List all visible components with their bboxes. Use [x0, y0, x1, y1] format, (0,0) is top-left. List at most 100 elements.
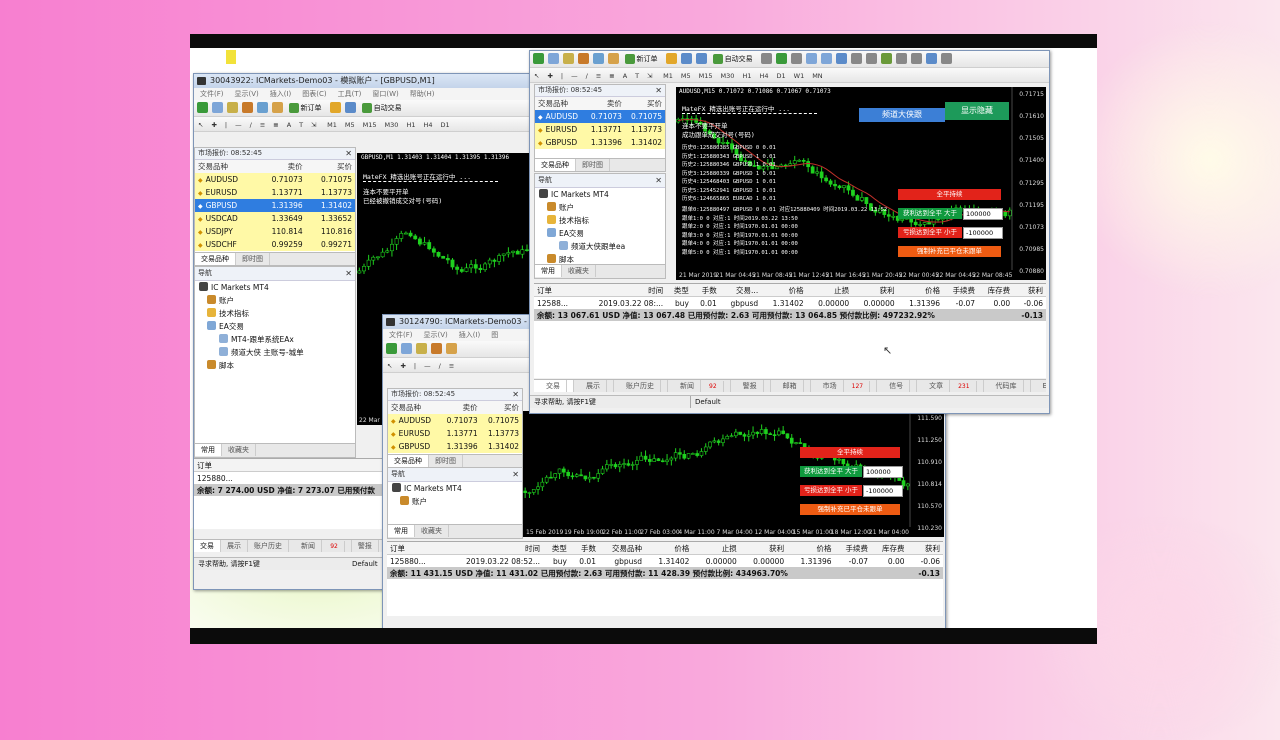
new-order-button[interactable]: 新订单 [623, 52, 661, 66]
close-icon[interactable]: ✕ [345, 267, 352, 280]
chart-audusd-m15[interactable]: AUDUSD,M15 0.71072 0.71086 0.71067 0.710… [676, 87, 1046, 280]
market-watch-icon[interactable] [563, 53, 574, 64]
tab-trade[interactable]: 交易 [534, 380, 574, 392]
navigator-icon[interactable] [578, 53, 589, 64]
metaeditor-icon[interactable] [666, 53, 678, 64]
nav-root[interactable]: IC Markets MT4 [535, 188, 665, 201]
tester-icon[interactable] [272, 102, 283, 113]
label-icon[interactable]: T [299, 118, 303, 131]
tab-common[interactable]: 常用 [535, 265, 562, 277]
tf-mn[interactable]: MN [812, 69, 822, 82]
navigator-icon[interactable] [242, 102, 253, 113]
cursor-icon[interactable]: ↖ [198, 118, 203, 131]
chart-shift-icon[interactable] [866, 53, 878, 64]
market-watch-row-selected[interactable]: GBPUSD1.313961.31402 [195, 199, 355, 212]
nav-root[interactable]: IC Markets MT4 [195, 281, 355, 294]
menu-view[interactable]: 显示(V) [235, 90, 259, 98]
col-symbol[interactable]: 交易品种 [535, 97, 585, 110]
menu-insert[interactable]: 插入(I) [459, 331, 481, 339]
tab-exposure[interactable]: 展示 [574, 380, 614, 392]
channel-icon[interactable]: ≡ [260, 118, 265, 131]
col-bid[interactable]: 卖价 [439, 401, 481, 414]
market-watch-row[interactable]: AUDUSD0.710730.71075 [195, 173, 355, 186]
col-symbol[interactable]: 交易品种 [388, 401, 440, 414]
close-all-button[interactable]: 全平持续 [898, 189, 1001, 200]
tab-articles[interactable]: 文章 231 [917, 380, 984, 392]
channel-icon[interactable]: ≡ [449, 359, 454, 372]
menu-view[interactable]: 显示(V) [424, 331, 448, 339]
nav-accounts[interactable]: 账户 [535, 201, 665, 214]
col-order[interactable]: 订单 [194, 459, 288, 472]
new-chart-icon[interactable] [197, 102, 208, 113]
hline-icon[interactable]: — [235, 118, 242, 131]
profit-close-button[interactable]: 获利达到全平 大于 [800, 466, 862, 477]
nav-accounts[interactable]: 账户 [195, 294, 355, 307]
menu-tools[interactable]: 工具(T) [338, 90, 362, 98]
chat-icon[interactable] [941, 53, 953, 64]
tab-favorites[interactable]: 收藏夹 [562, 265, 596, 277]
col-price[interactable]: 价格 [645, 542, 693, 555]
crosshair-icon[interactable]: ✚ [547, 69, 552, 82]
profiles-icon[interactable] [401, 343, 412, 354]
menu-charts[interactable]: 图 [491, 331, 498, 339]
tf-h4[interactable]: H4 [759, 69, 768, 82]
options-icon[interactable] [696, 53, 708, 64]
col-swap[interactable]: 库存费 [978, 284, 1014, 297]
tf-m5[interactable]: M5 [681, 69, 691, 82]
show-hide-button[interactable]: 显示隐藏 [945, 102, 1009, 120]
line-chart-icon[interactable] [791, 53, 803, 64]
tab-alerts[interactable]: 警报 [352, 540, 379, 552]
col-cur[interactable]: 价格 [787, 542, 835, 555]
col-sym[interactable]: 交易品种 [598, 542, 646, 555]
menu-window[interactable]: 窗口(W) [372, 90, 398, 98]
trendline-icon[interactable]: / [586, 69, 588, 82]
market-watch-row[interactable]: AUDUSD0.710730.71075 [388, 414, 522, 427]
nav-expert-item[interactable]: MT4-跟单系统EAx [195, 333, 355, 346]
menu-file[interactable]: 文件(F) [389, 331, 413, 339]
menu-charts[interactable]: 图表(C) [302, 90, 326, 98]
tf-d1[interactable]: D1 [777, 69, 786, 82]
market-watch-row-selected[interactable]: AUDUSD0.710730.71075 [535, 110, 665, 123]
tab-mailbox[interactable]: 邮箱 [771, 380, 811, 392]
tab-exposure[interactable]: 展示 [221, 540, 248, 552]
nav-accounts[interactable]: 账户 [388, 495, 522, 508]
market-watch-row[interactable]: GBPUSD1.313961.31402 [535, 136, 665, 149]
tab-news[interactable]: 新闻 92 [289, 540, 352, 552]
indicators-icon[interactable] [881, 53, 893, 64]
force-sync-button[interactable]: 强制补充已平仓未跟单 [800, 504, 900, 515]
profit-threshold-input[interactable]: 100000 [863, 466, 903, 478]
col-lot[interactable]: 手数 [569, 542, 599, 555]
market-watch-row[interactable]: USDJPY110.814110.816 [195, 225, 355, 238]
terminal-icon[interactable] [593, 53, 604, 64]
tab-news[interactable]: 新闻 92 [668, 380, 731, 392]
loss-close-button[interactable]: 亏损达到全平 小于 [800, 485, 862, 496]
nav-expert-item[interactable]: 频道大侠跟单ea [535, 240, 665, 253]
cursor-icon[interactable]: ↖ [534, 69, 539, 82]
col-type[interactable]: 类型 [666, 284, 692, 297]
tf-m1[interactable]: M1 [327, 118, 337, 131]
channel-icon[interactable]: ≡ [596, 69, 601, 82]
market-watch-row[interactable]: GBPUSD1.313961.31402 [388, 440, 522, 453]
tf-m30[interactable]: M30 [385, 118, 399, 131]
col-bid[interactable]: 卖价 [256, 160, 306, 173]
menu-file[interactable]: 文件(F) [200, 90, 224, 98]
periods-icon[interactable] [896, 53, 908, 64]
profiles-icon[interactable] [548, 53, 559, 64]
close-icon[interactable]: ✕ [345, 148, 352, 159]
tab-experts[interactable]: EA [1031, 380, 1046, 392]
tester-icon[interactable] [608, 53, 619, 64]
col-tp[interactable]: 获利 [739, 542, 788, 555]
close-all-button[interactable]: 全平持续 [800, 447, 900, 458]
cursor-icon[interactable]: ↖ [387, 359, 392, 372]
nav-expert-item[interactable]: 频道大侠 主账号-城单 [195, 346, 355, 359]
col-price[interactable]: 价格 [761, 284, 807, 297]
search-icon[interactable] [926, 53, 938, 64]
tf-d1[interactable]: D1 [441, 118, 450, 131]
zoom-in-icon[interactable] [806, 53, 818, 64]
new-chart-icon[interactable] [533, 53, 544, 64]
autoscroll-icon[interactable] [851, 53, 863, 64]
tab-code-base[interactable]: 代码库 [984, 380, 1031, 392]
crosshair-icon[interactable]: ✚ [400, 359, 405, 372]
market-watch-row[interactable]: EURUSD1.137711.13773 [535, 123, 665, 136]
nav-root[interactable]: IC Markets MT4 [388, 482, 522, 495]
